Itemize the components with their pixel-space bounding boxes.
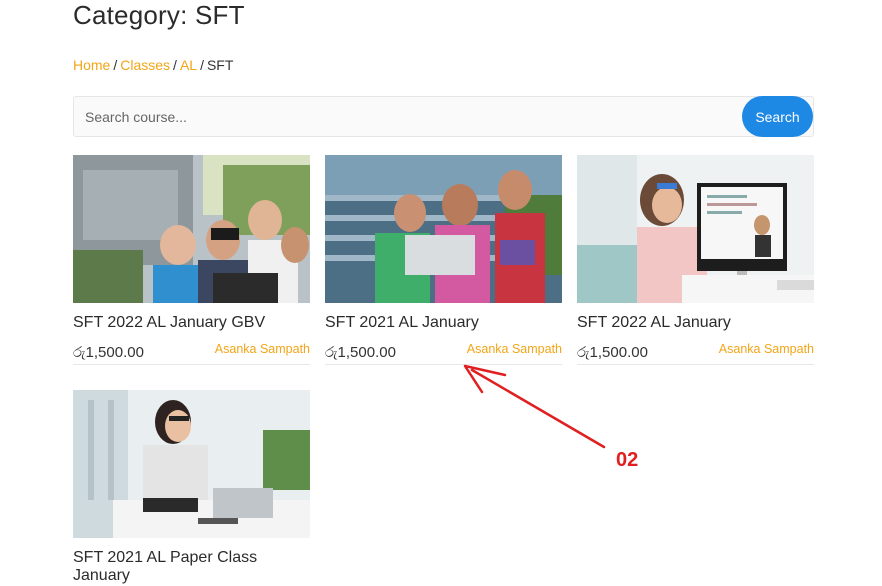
annotation-label: 02	[616, 449, 639, 471]
annotation-arrow-icon	[463, 364, 606, 449]
